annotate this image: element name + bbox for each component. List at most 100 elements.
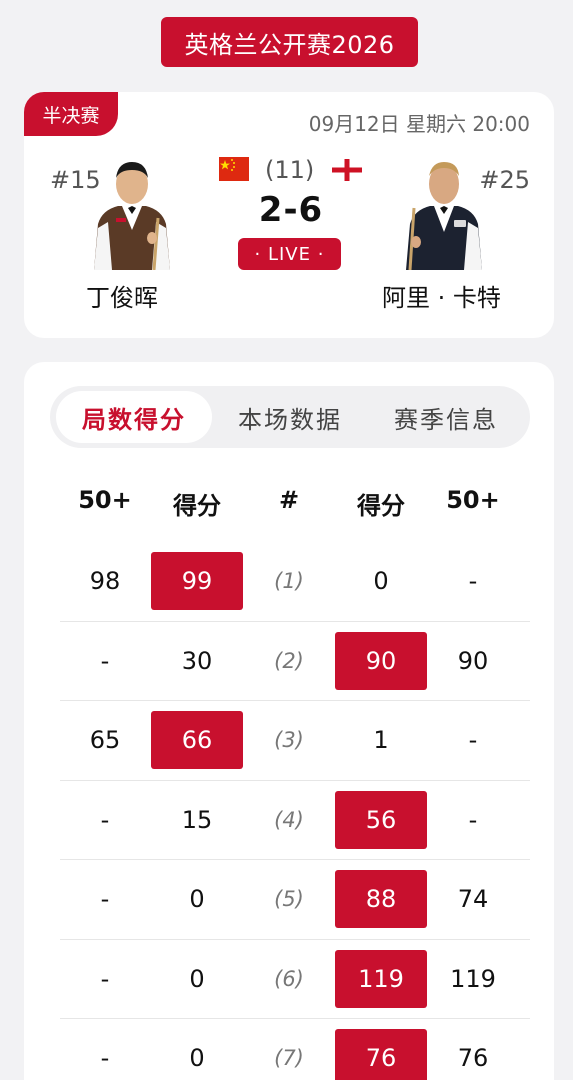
p1-break-cell: 65 <box>60 701 150 780</box>
table-row: - 0 (6) 119 119 <box>60 940 530 1019</box>
p1-score-cell: 0 <box>150 860 244 939</box>
p1-break-cell: - <box>60 1019 150 1080</box>
p1-score-cell: 0 <box>150 1019 244 1080</box>
table-row: - 0 (5) 88 74 <box>60 860 530 940</box>
p1-score-cell: 15 <box>150 781 244 860</box>
england-flag-icon <box>332 159 362 181</box>
player2-rank: #25 <box>479 166 530 194</box>
p2-break-cell: - <box>428 542 518 621</box>
stats-card: 局数得分 本场数据 赛季信息 50+ 得分 # 得分 50+ 98 99 (1) 0-… <box>24 362 554 1080</box>
p2-score-cell: 88 <box>334 860 428 939</box>
match-datetime: 09月12日 星期六 20:00 <box>308 112 530 136</box>
p2-score-cell: 119 <box>334 940 428 1019</box>
p2-score-cell-text: 1 <box>373 726 389 755</box>
frame-number-cell: (1) <box>244 542 334 621</box>
p2-break-cell: 90 <box>428 622 518 701</box>
p2-break-cell-text: - <box>468 567 478 596</box>
frame-number-cell-text: (3) <box>274 728 304 753</box>
p2-break-cell: - <box>428 701 518 780</box>
p2-score-cell: 0 <box>334 542 428 621</box>
p1-score-cell: 0 <box>150 940 244 1019</box>
winning-score-highlight: 56 <box>335 790 427 849</box>
p1-break-cell: - <box>60 860 150 939</box>
table-row: - 0 (7) 76 76 <box>60 1019 530 1080</box>
p2-break-cell-text: 74 <box>457 885 489 914</box>
table-row: - 30 (2) 90 90 <box>60 622 530 701</box>
table-row: - 15 (4) 56 - <box>60 781 530 860</box>
p1-score-cell: 99 <box>150 542 244 621</box>
p2-break-cell: 76 <box>428 1019 518 1080</box>
p2-score-cell: 76 <box>334 1019 428 1080</box>
player1-name[interactable]: 丁俊晖 <box>86 278 158 313</box>
winning-score-highlight: 88 <box>335 870 427 929</box>
p2-break-cell-text: - <box>468 805 478 834</box>
winning-score-highlight: 66 <box>151 711 243 770</box>
p1-break-cell-text: 98 <box>89 567 121 596</box>
p2-score-cell: 90 <box>334 622 428 701</box>
p2-break-cell-text: 76 <box>457 1044 489 1073</box>
p1-break-cell-text: - <box>100 885 110 914</box>
header-frame: # <box>278 486 300 514</box>
header-p1-breaks: 50+ <box>78 486 132 514</box>
p1-break-cell-text: - <box>100 646 110 675</box>
frame-number-cell: (2) <box>244 622 334 701</box>
p1-break-cell: 98 <box>60 542 150 621</box>
frame-number-cell-text: (5) <box>274 887 304 912</box>
frame-number-cell: (3) <box>244 701 334 780</box>
frames-total: (11) <box>265 156 315 184</box>
p2-break-cell-text: - <box>468 726 478 755</box>
p2-break-cell-text: 119 <box>450 964 496 993</box>
match-score: 2-6 <box>258 190 324 230</box>
header-p1-score: 得分 <box>173 492 221 520</box>
frame-number-cell-text: (4) <box>274 807 304 832</box>
p2-score-cell: 1 <box>334 701 428 780</box>
frame-score-table: 98 99 (1) 0 - - 30 (2) 90 90 65 66 (3) 1 - - 15 (4) 56 - - 0 (… <box>60 542 530 1080</box>
tab-frame-scores[interactable]: 局数得分 <box>56 391 212 443</box>
p1-score-cell-text: 15 <box>181 805 213 834</box>
p1-score-cell-text: 30 <box>181 646 213 675</box>
tab-match-stats[interactable]: 本场数据 <box>212 391 368 443</box>
winning-score-highlight: 76 <box>335 1029 427 1080</box>
tab-season-info[interactable]: 赛季信息 <box>368 391 524 443</box>
p1-break-cell-text: - <box>100 1044 110 1073</box>
player1-avatar[interactable] <box>92 158 172 270</box>
tab-bar: 局数得分 本场数据 赛季信息 <box>50 386 530 448</box>
frame-number-cell-text: (6) <box>274 966 304 991</box>
p1-break-cell: - <box>60 781 150 860</box>
p2-break-cell-text: 90 <box>457 646 489 675</box>
frame-number-cell-text: (2) <box>274 648 304 673</box>
p1-score-cell-text: 0 <box>189 1044 205 1073</box>
frame-number-cell-text: (1) <box>274 569 304 594</box>
p1-score-cell-text: 0 <box>189 885 205 914</box>
p2-break-cell: 74 <box>428 860 518 939</box>
player2-avatar[interactable] <box>404 158 484 270</box>
p2-score-cell: 56 <box>334 781 428 860</box>
frame-number-cell: (5) <box>244 860 334 939</box>
table-row: 98 99 (1) 0 - <box>60 542 530 622</box>
p1-score-cell: 66 <box>150 701 244 780</box>
table-row: 65 66 (3) 1 - <box>60 701 530 781</box>
p1-score-cell: 30 <box>150 622 244 701</box>
winning-score-highlight: 99 <box>151 552 243 611</box>
frame-number-cell: (7) <box>244 1019 334 1080</box>
p2-break-cell: 119 <box>428 940 518 1019</box>
p1-break-cell: - <box>60 940 150 1019</box>
p1-break-cell-text: - <box>100 805 110 834</box>
frame-number-cell: (6) <box>244 940 334 1019</box>
live-badge[interactable]: · LIVE · <box>238 238 341 270</box>
stage-badge: 半决赛 <box>24 92 118 136</box>
match-card[interactable]: 半决赛 09月12日 星期六 20:00 #15 #25 丁俊晖 阿里 · 卡特 <box>24 92 554 338</box>
p1-break-cell-text: - <box>100 964 110 993</box>
header-p2-breaks: 50+ <box>446 486 500 514</box>
p1-break-cell: - <box>60 622 150 701</box>
p2-score-cell-text: 0 <box>373 567 389 596</box>
tournament-title: 英格兰公开赛2026 <box>161 17 418 67</box>
player2-name[interactable]: 阿里 · 卡特 <box>382 278 501 313</box>
china-flag-icon <box>219 157 249 181</box>
p1-score-cell-text: 0 <box>189 964 205 993</box>
winning-score-highlight: 90 <box>335 631 427 690</box>
frame-number-cell: (4) <box>244 781 334 860</box>
header-p2-score: 得分 <box>357 492 405 520</box>
winning-score-highlight: 119 <box>335 949 427 1008</box>
p2-break-cell: - <box>428 781 518 860</box>
